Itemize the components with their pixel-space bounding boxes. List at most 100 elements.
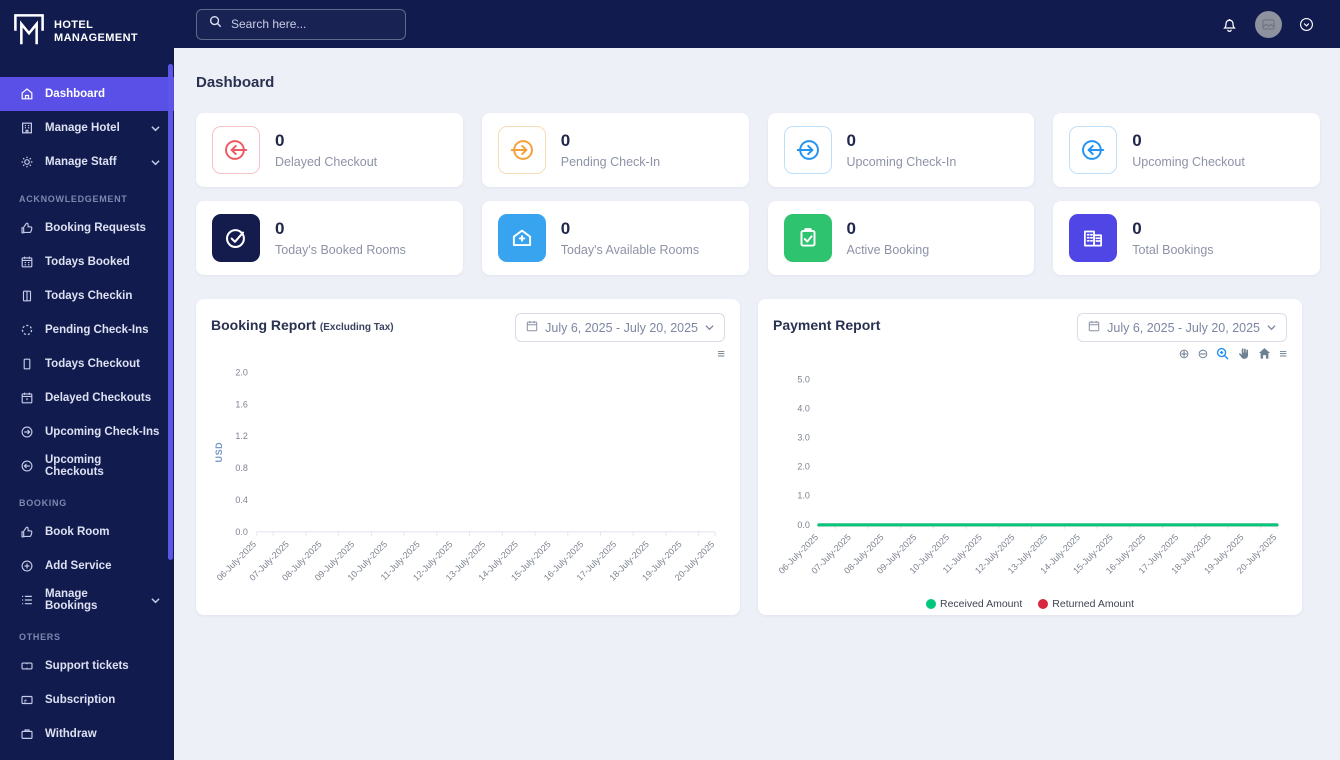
- sidebar-item-label: Dashboard: [45, 88, 106, 100]
- stat-label: Pending Check-In: [560, 154, 661, 169]
- arrow-right-circle-icon: [19, 425, 34, 440]
- sidebar-item-withdraw[interactable]: Withdraw: [0, 717, 174, 751]
- stat-card-todays-available-rooms[interactable]: 0 Today's Available Rooms: [481, 201, 749, 275]
- booking-chart-toolbar: ≡: [211, 345, 725, 362]
- ticket-icon: [19, 659, 34, 674]
- home-plus-icon: [497, 214, 546, 262]
- thumbs-up-icon: [19, 525, 34, 540]
- door-icon: [19, 357, 34, 372]
- stat-label: Today's Available Rooms: [560, 242, 700, 257]
- sidebar-item-todays-checkout[interactable]: Todays Checkout: [0, 347, 174, 381]
- sidebar-item-upcoming-check-ins[interactable]: Upcoming Check-Ins: [0, 415, 174, 449]
- sidebar-item-subscription[interactable]: Subscription: [0, 683, 174, 717]
- clipboard-check-icon: [783, 214, 832, 262]
- sidebar-item-support-tickets[interactable]: Support tickets: [0, 649, 174, 683]
- pan-icon[interactable]: [1237, 347, 1250, 360]
- stat-card-upcoming-checkout[interactable]: 0 Upcoming Checkout: [1053, 113, 1320, 187]
- stat-card-upcoming-check-in[interactable]: 0 Upcoming Check-In: [767, 113, 1035, 187]
- home-reset-icon[interactable]: [1258, 347, 1271, 360]
- user-avatar[interactable]: [1255, 10, 1282, 38]
- exit-arrow-circle-icon: [212, 126, 260, 174]
- date-range-value: July 6, 2025 - July 20, 2025: [1107, 320, 1260, 335]
- stat-label: Today's Booked Rooms: [275, 242, 406, 257]
- stat-card-delayed-checkout[interactable]: 0 Delayed Checkout: [196, 113, 463, 187]
- booking-report-chart[interactable]: 2.01.61.20.80.40.0USD06-July-202507-July…: [211, 362, 725, 598]
- stat-card-todays-booked-rooms[interactable]: 0 Today's Booked Rooms: [196, 201, 463, 275]
- exit-arrow-circle-icon: [1069, 126, 1118, 174]
- stat-value: 0: [1132, 219, 1142, 239]
- stat-card-active-booking[interactable]: 0 Active Booking: [767, 201, 1035, 275]
- sidebar-item-label: Upcoming Check-Ins: [45, 426, 160, 438]
- calendar-grid-icon: [19, 255, 34, 270]
- section-label-acknowledgement: ACKNOWLEDGEMENT: [19, 194, 128, 204]
- svg-text:0.0: 0.0: [235, 527, 247, 537]
- sidebar-item-label: Withdraw: [45, 728, 97, 740]
- chevron-down-icon: [705, 324, 714, 331]
- sidebar-item-label: Subscription: [45, 694, 116, 706]
- sidebar-item-label: Todays Checkin: [45, 290, 133, 302]
- sidebar-item-manage-bookings[interactable]: Manage Bookings: [0, 583, 174, 617]
- booking-report-panel: Booking Report (Excluding Tax) July 6, 2…: [196, 299, 740, 615]
- notification-bell-icon[interactable]: [1221, 15, 1238, 33]
- stats-grid: 0 Delayed Checkout 0 Pending Check-In 0 …: [196, 113, 1320, 275]
- brand-monogram-icon: [12, 12, 46, 51]
- chevron-down-icon: [151, 597, 160, 604]
- sidebar-item-label: Todays Booked: [45, 256, 130, 268]
- sidebar-item-todays-booked[interactable]: Todays Booked: [0, 245, 174, 279]
- selection-zoom-icon[interactable]: [1216, 347, 1229, 360]
- sidebar-scrollbar[interactable]: [168, 64, 173, 560]
- arrow-left-circle-icon: [19, 459, 34, 474]
- payment-report-title: Payment Report: [773, 317, 881, 333]
- payment-chart-toolbar: ⊕ ⊖ ≡: [773, 345, 1287, 362]
- sidebar-item-manage-hotel[interactable]: Manage Hotel: [0, 111, 174, 145]
- app-logo[interactable]: HOTEL MANAGEMENT: [0, 0, 174, 61]
- sidebar-item-label: Add Service: [45, 560, 112, 572]
- search-box[interactable]: [196, 8, 406, 40]
- sidebar-item-dashboard[interactable]: Dashboard: [0, 77, 174, 111]
- stat-value: 0: [275, 131, 285, 151]
- gear-icon: [19, 155, 34, 170]
- payment-chart-legend: Received Amount Returned Amount: [773, 598, 1287, 610]
- legend-dot-returned: [1038, 599, 1049, 609]
- legend-item-returned-amount[interactable]: Returned Amount: [1038, 598, 1134, 610]
- stat-value: 0: [560, 131, 571, 151]
- sidebar-item-add-service[interactable]: Add Service: [0, 549, 174, 583]
- booking-report-subtitle: (Excluding Tax): [319, 322, 394, 333]
- chevron-down-icon: [151, 159, 160, 166]
- sidebar-item-todays-checkin[interactable]: Todays Checkin: [0, 279, 174, 313]
- home-icon: [19, 87, 34, 102]
- sidebar-item-label: Upcoming Checkouts: [45, 454, 104, 478]
- svg-text:4.0: 4.0: [797, 403, 809, 413]
- sidebar-item-manage-staff[interactable]: Manage Staff: [0, 145, 174, 179]
- payment-date-range-picker[interactable]: July 6, 2025 - July 20, 2025: [1077, 313, 1287, 342]
- sidebar-item-book-room[interactable]: Book Room: [0, 515, 174, 549]
- stat-label: Total Bookings: [1132, 242, 1214, 257]
- building-icon: [19, 121, 34, 136]
- search-icon: [209, 15, 222, 33]
- account-dropdown-icon[interactable]: [1299, 17, 1314, 32]
- calendar-alert-icon: [19, 391, 34, 406]
- svg-text:2.0: 2.0: [797, 462, 809, 472]
- stat-card-pending-check-in[interactable]: 0 Pending Check-In: [481, 113, 749, 187]
- payment-report-panel: Payment Report July 6, 2025 - July 20, 2…: [758, 299, 1302, 615]
- sidebar-item-upcoming-checkouts[interactable]: Upcoming Checkouts: [0, 449, 174, 483]
- sidebar-item-pending-check-ins[interactable]: Pending Check-Ins: [0, 313, 174, 347]
- sidebar-item-label: Pending Check-Ins: [45, 324, 149, 336]
- spinner-icon: [19, 323, 34, 338]
- section-label-booking: BOOKING: [19, 498, 67, 508]
- thumbs-up-icon: [19, 221, 34, 236]
- svg-text:0.0: 0.0: [797, 520, 809, 530]
- zoom-in-icon[interactable]: ⊕: [1179, 347, 1190, 360]
- search-input[interactable]: [231, 17, 393, 31]
- svg-text:1.6: 1.6: [235, 399, 247, 409]
- sidebar-item-label: Todays Checkout: [45, 358, 140, 370]
- menu-icon[interactable]: ≡: [1279, 347, 1287, 360]
- zoom-out-icon[interactable]: ⊖: [1198, 347, 1209, 360]
- stat-card-total-bookings[interactable]: 0 Total Bookings: [1053, 201, 1320, 275]
- booking-date-range-picker[interactable]: July 6, 2025 - July 20, 2025: [515, 313, 725, 342]
- legend-item-received-amount[interactable]: Received Amount: [925, 598, 1022, 610]
- menu-icon[interactable]: ≡: [717, 347, 725, 360]
- sidebar-item-delayed-checkouts[interactable]: Delayed Checkouts: [0, 381, 174, 415]
- sidebar-item-booking-requests[interactable]: Booking Requests: [0, 211, 174, 245]
- payment-report-chart[interactable]: 5.04.03.02.01.00.006-July-202507-July-20…: [773, 362, 1287, 598]
